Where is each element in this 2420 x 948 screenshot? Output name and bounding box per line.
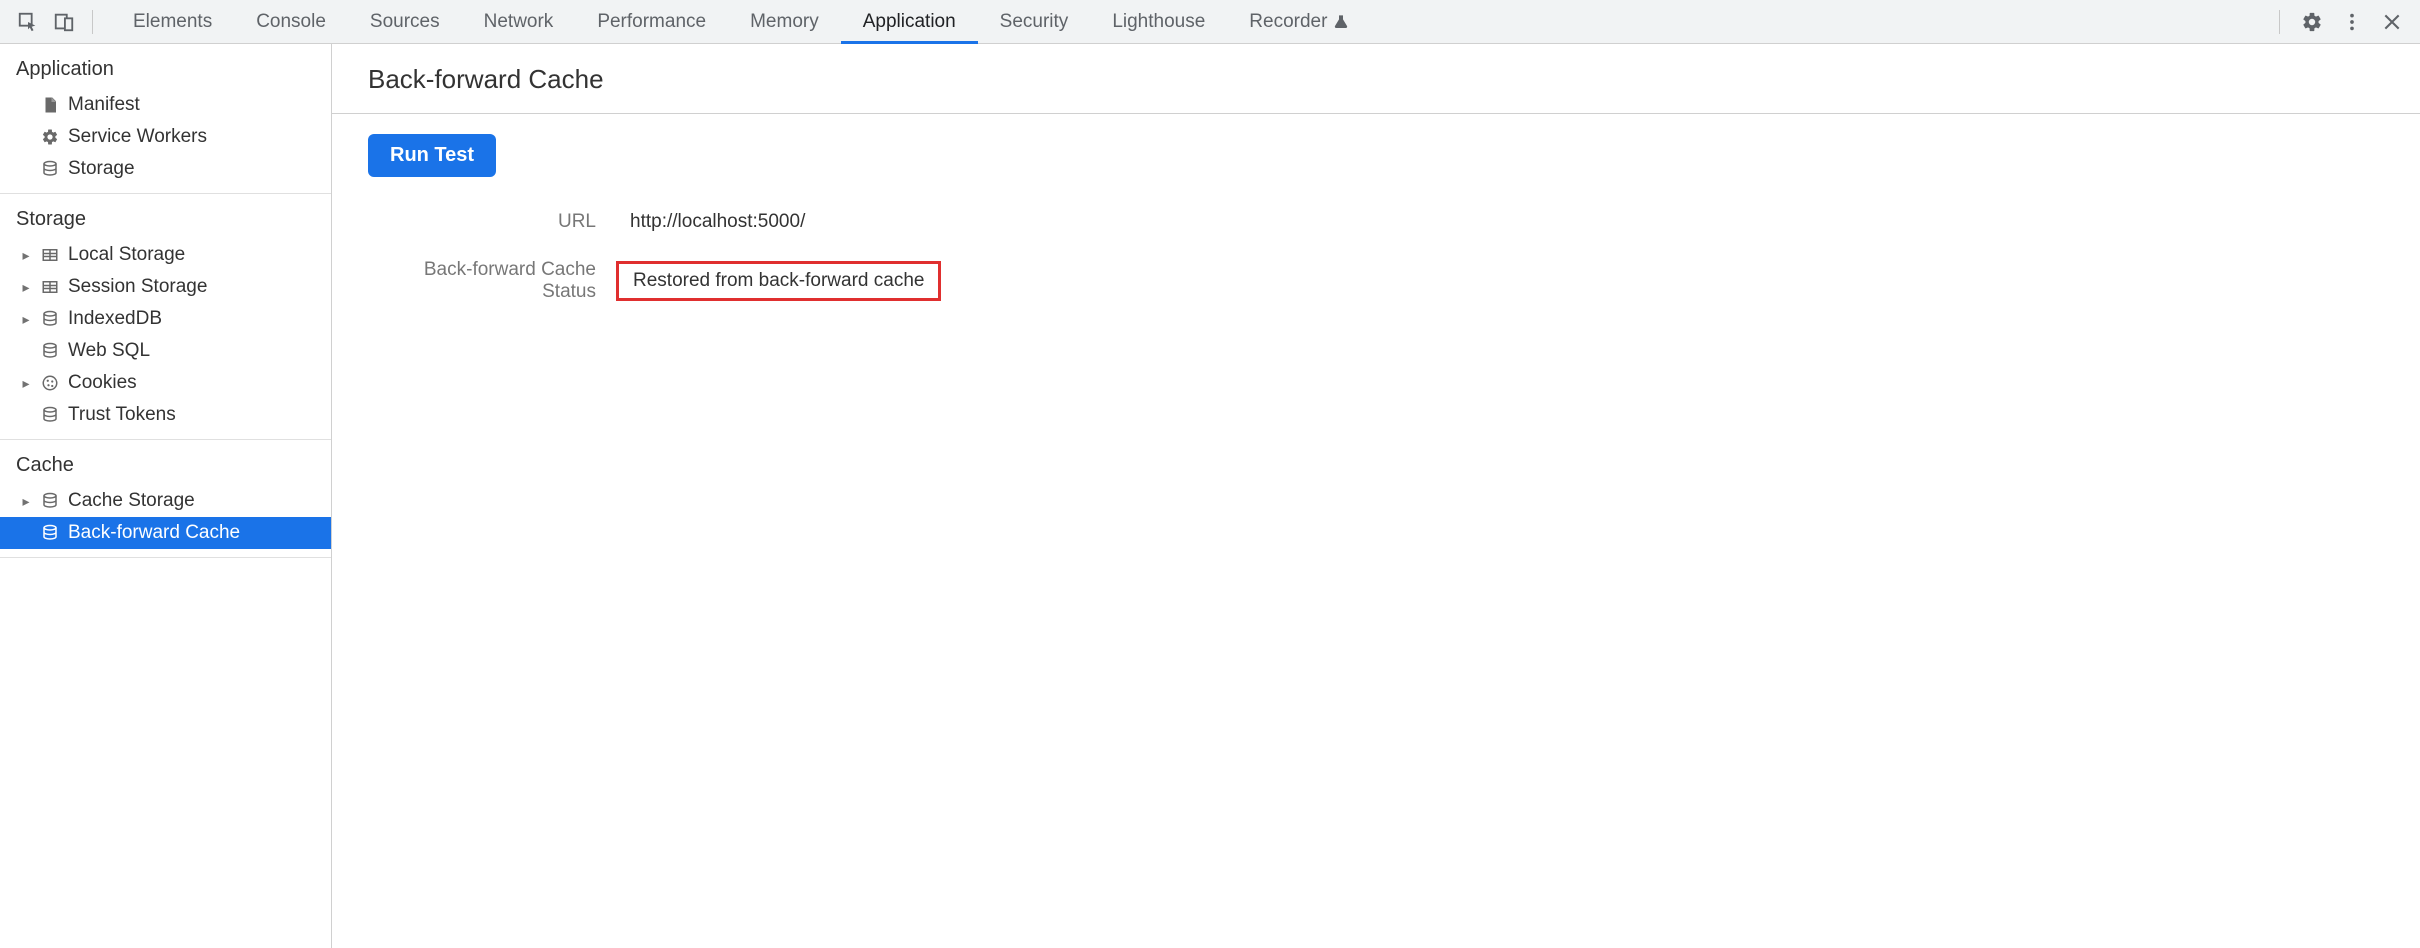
table-icon	[40, 278, 60, 296]
section-title: Cache	[0, 440, 331, 485]
sidebar-item-label: Cache Storage	[68, 490, 195, 512]
tab-memory[interactable]: Memory	[728, 0, 841, 43]
tab-label: Application	[863, 11, 956, 33]
sidebar-item-label: Cookies	[68, 372, 137, 394]
sidebar-item-label: Session Storage	[68, 276, 207, 298]
tab-label: Security	[1000, 11, 1069, 33]
page-title: Back-forward Cache	[368, 64, 2384, 95]
tab-label: Elements	[133, 11, 212, 33]
close-icon	[2382, 12, 2402, 32]
sidebar-item-label: Local Storage	[68, 244, 185, 266]
device-toggle-button[interactable]	[46, 4, 82, 40]
tab-label: Console	[256, 11, 326, 33]
database-icon	[40, 524, 60, 542]
sidebar-item-storage[interactable]: ▸ Storage	[0, 153, 331, 185]
device-icon	[53, 11, 75, 33]
sidebar-item-indexeddb[interactable]: ▸ IndexedDB	[0, 303, 331, 335]
sidebar-item-label: IndexedDB	[68, 308, 162, 330]
tab-lighthouse[interactable]: Lighthouse	[1090, 0, 1227, 43]
toolbar-divider	[92, 10, 93, 34]
section-title: Application	[0, 44, 331, 89]
sidebar-item-session-storage[interactable]: ▸ Session Storage	[0, 271, 331, 303]
expand-arrow[interactable]: ▸	[20, 311, 32, 328]
tab-security[interactable]: Security	[978, 0, 1091, 43]
sidebar-item-back-forward-cache[interactable]: ▸ Back-forward Cache	[0, 517, 331, 549]
kebab-icon	[2341, 11, 2363, 33]
expand-arrow[interactable]: ▸	[20, 493, 32, 510]
gear-icon	[40, 128, 60, 146]
more-button[interactable]	[2334, 4, 2370, 40]
gear-icon	[2301, 11, 2323, 33]
tab-label: Memory	[750, 11, 819, 33]
expand-arrow[interactable]: ▸	[20, 279, 32, 296]
toolbar-divider	[2279, 10, 2280, 34]
inspect-element-button[interactable]	[10, 4, 46, 40]
panel-tabs: Elements Console Sources Network Perform…	[111, 0, 1371, 43]
content-header: Back-forward Cache	[332, 44, 2420, 114]
database-icon	[40, 492, 60, 510]
tab-recorder[interactable]: Recorder	[1227, 0, 1371, 43]
sidebar-item-label: Back-forward Cache	[68, 522, 240, 544]
sidebar-item-manifest[interactable]: ▸ Manifest	[0, 89, 331, 121]
expand-arrow[interactable]: ▸	[20, 247, 32, 264]
info-label: URL	[368, 211, 616, 233]
info-value-url: http://localhost:5000/	[616, 205, 819, 239]
devtools-toolbar: Elements Console Sources Network Perform…	[0, 0, 2420, 44]
sidebar-item-label: Web SQL	[68, 340, 150, 362]
table-icon	[40, 246, 60, 264]
tab-network[interactable]: Network	[462, 0, 576, 43]
section-title: Storage	[0, 194, 331, 239]
info-row-status: Back-forward Cache Status Restored from …	[368, 259, 2384, 303]
flask-icon	[1333, 14, 1349, 30]
info-grid: URL http://localhost:5000/ Back-forward …	[368, 205, 2384, 303]
sidebar-item-label: Storage	[68, 158, 135, 180]
settings-button[interactable]	[2294, 4, 2330, 40]
info-label: Back-forward Cache Status	[368, 259, 616, 303]
tab-label: Sources	[370, 11, 440, 33]
inspect-icon	[17, 11, 39, 33]
tab-label: Lighthouse	[1112, 11, 1205, 33]
tab-console[interactable]: Console	[234, 0, 348, 43]
sidebar-item-label: Service Workers	[68, 126, 207, 148]
toolbar-right	[2269, 4, 2410, 40]
run-test-button[interactable]: Run Test	[368, 134, 496, 177]
sidebar-item-cache-storage[interactable]: ▸ Cache Storage	[0, 485, 331, 517]
sidebar-item-web-sql[interactable]: ▸ Web SQL	[0, 335, 331, 367]
info-value-status: Restored from back-forward cache	[616, 261, 941, 301]
sidebar-item-label: Manifest	[68, 94, 140, 116]
sidebar-item-label: Trust Tokens	[68, 404, 176, 426]
tab-label: Recorder	[1249, 11, 1327, 33]
database-icon	[40, 342, 60, 360]
info-row-url: URL http://localhost:5000/	[368, 205, 2384, 239]
database-icon	[40, 406, 60, 424]
tab-label: Performance	[597, 11, 706, 33]
sidebar-item-service-workers[interactable]: ▸ Service Workers	[0, 121, 331, 153]
database-icon	[40, 160, 60, 178]
database-icon	[40, 310, 60, 328]
toolbar-left: Elements Console Sources Network Perform…	[10, 0, 1371, 43]
expand-arrow[interactable]: ▸	[20, 375, 32, 392]
tab-application[interactable]: Application	[841, 0, 978, 43]
sidebar-item-trust-tokens[interactable]: ▸ Trust Tokens	[0, 399, 331, 431]
file-icon	[40, 96, 60, 114]
section-storage: Storage ▸ Local Storage ▸ Session Storag…	[0, 194, 331, 440]
content-pane: Back-forward Cache Run Test URL http://l…	[332, 44, 2420, 948]
section-cache: Cache ▸ Cache Storage ▸ Back-forward Cac…	[0, 440, 331, 558]
cookie-icon	[40, 374, 60, 392]
sidebar-item-cookies[interactable]: ▸ Cookies	[0, 367, 331, 399]
sidebar-item-local-storage[interactable]: ▸ Local Storage	[0, 239, 331, 271]
application-sidebar: Application ▸ Manifest ▸ Service Workers…	[0, 44, 332, 948]
tab-performance[interactable]: Performance	[575, 0, 728, 43]
main-area: Application ▸ Manifest ▸ Service Workers…	[0, 44, 2420, 948]
tab-sources[interactable]: Sources	[348, 0, 462, 43]
tab-label: Network	[484, 11, 554, 33]
content-body: Run Test URL http://localhost:5000/ Back…	[332, 114, 2420, 343]
tab-elements[interactable]: Elements	[111, 0, 234, 43]
section-application: Application ▸ Manifest ▸ Service Workers…	[0, 44, 331, 194]
close-devtools-button[interactable]	[2374, 4, 2410, 40]
